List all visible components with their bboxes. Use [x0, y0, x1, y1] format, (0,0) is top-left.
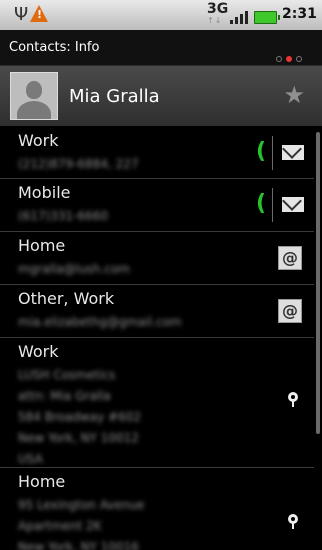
detail-label: Work	[18, 131, 59, 150]
detail-value: 95 Lexington Avenue Apartment 2K New Yor…	[18, 498, 145, 550]
detail-row-work-phone[interactable]: Work (212)879-6884, 227 (	[0, 127, 314, 179]
detail-label: Other, Work	[18, 289, 115, 308]
message-icon[interactable]	[282, 145, 304, 160]
usb-icon: Ψ	[14, 4, 29, 25]
contact-name: Mia Gralla	[69, 86, 160, 107]
map-pin-icon[interactable]	[286, 392, 300, 407]
detail-label: Home	[18, 472, 66, 491]
network-indicator: 3G ↑↓	[207, 2, 228, 27]
detail-row-other-work-email[interactable]: Other, Work mia.elizabethg@gmail.com @	[0, 285, 314, 338]
detail-value: mgralla@lush.com	[18, 262, 130, 276]
title-bar: Contacts: Info	[0, 30, 322, 66]
page-dot-active	[286, 56, 292, 62]
page-dot	[296, 56, 302, 62]
page-indicator	[272, 47, 302, 66]
detail-row-mobile-phone[interactable]: Mobile (617)331-6660 (	[0, 179, 314, 232]
contact-avatar[interactable]	[10, 72, 58, 120]
contact-info-screen: Ψ ! 3G ↑↓ 2:31 Contacts: Info Mia Gralla…	[0, 0, 322, 550]
signal-icon	[230, 8, 252, 24]
battery-icon	[254, 11, 280, 24]
divider	[272, 188, 273, 222]
status-bar: Ψ ! 3G ↑↓ 2:31	[0, 0, 322, 30]
message-icon[interactable]	[282, 197, 304, 212]
detail-value: (617)331-6660	[18, 209, 109, 223]
page-title: Contacts: Info	[9, 40, 100, 55]
detail-label: Mobile	[18, 183, 71, 202]
contact-header: Mia Gralla ★	[0, 66, 322, 126]
detail-row-home-address[interactable]: Home 95 Lexington Avenue Apartment 2K Ne…	[0, 468, 314, 550]
scrollbar[interactable]	[316, 132, 320, 434]
email-icon[interactable]: @	[278, 299, 302, 323]
favorite-star-icon[interactable]: ★	[283, 81, 305, 109]
detail-row-home-email[interactable]: Home mgralla@lush.com @	[0, 232, 314, 285]
status-time: 2:31	[282, 6, 317, 22]
call-icon[interactable]: (	[256, 139, 266, 164]
detail-value: mia.elizabethg@gmail.com	[18, 315, 182, 329]
warning-icon: !	[30, 5, 48, 22]
divider	[272, 136, 273, 170]
page-dot	[276, 56, 282, 62]
detail-label: Home	[18, 236, 66, 255]
email-icon[interactable]: @	[278, 246, 302, 270]
detail-value: LUSH Cosmetics attn: Mia Gralla 584 Broa…	[18, 368, 141, 466]
detail-row-work-address[interactable]: Work LUSH Cosmetics attn: Mia Gralla 584…	[0, 338, 314, 468]
call-icon[interactable]: (	[256, 191, 266, 216]
map-pin-icon[interactable]	[286, 514, 300, 529]
detail-value: (212)879-6884, 227	[18, 157, 139, 171]
detail-label: Work	[18, 342, 59, 361]
